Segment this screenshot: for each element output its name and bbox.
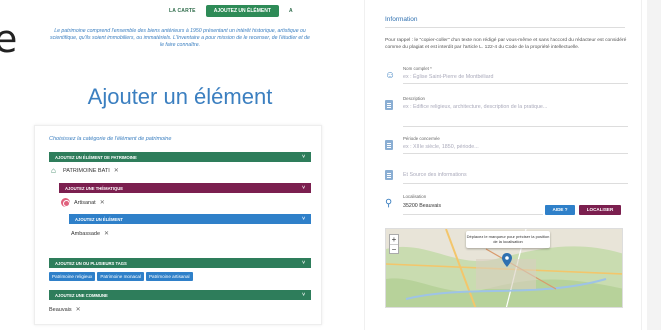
remove-icon[interactable]: ✕ bbox=[104, 230, 109, 237]
information-heading: Information bbox=[385, 16, 418, 23]
element-dropdown[interactable]: AJOUTEZ UN ÉLÉMENT ˅ bbox=[69, 214, 311, 224]
help-button[interactable]: AIDE ? bbox=[545, 205, 575, 215]
field-underline bbox=[403, 126, 628, 127]
category-card: Choisissez la catégorie de l'élément de … bbox=[34, 125, 322, 325]
page-title: Ajouter un élément bbox=[87, 84, 273, 109]
commune-dropdown-label: AJOUTEZ UNE COMMUNE bbox=[55, 292, 108, 298]
period-input[interactable]: ex : XIIIe siècle, 1850, période... bbox=[403, 144, 479, 150]
description-field[interactable]: Description ex : Edifice religieux, arch… bbox=[385, 96, 633, 127]
chevron-down-icon: ˅ bbox=[302, 292, 305, 298]
document-icon bbox=[385, 140, 395, 152]
field-label: Description bbox=[403, 96, 425, 101]
tag-chip[interactable]: Patrimoine religieux bbox=[49, 272, 96, 281]
chevron-down-icon: ˅ bbox=[302, 216, 305, 222]
add-element-panel: LA CARTE AJOUTEZ UN ÉLÉMENT A Le patrimo… bbox=[29, 0, 329, 330]
location-map[interactable]: + − Déplacez le marqueur pour préciser l… bbox=[385, 228, 623, 308]
nav-clipped-link[interactable]: A bbox=[289, 8, 293, 14]
field-label: Nom complet * bbox=[403, 66, 432, 71]
house-icon: ⌂ bbox=[51, 166, 56, 175]
zoom-control: + − bbox=[389, 234, 399, 254]
selected-element: Ambassade ✕ bbox=[71, 230, 109, 238]
selected-patrimoine-label: PATRIMOINE BATI bbox=[63, 167, 110, 174]
category-label: Choisissez la catégorie de l'élément de … bbox=[49, 136, 172, 142]
field-label: Période concernée bbox=[403, 136, 440, 141]
commune-dropdown[interactable]: AJOUTEZ UNE COMMUNE ˅ bbox=[49, 290, 311, 300]
name-input[interactable]: ex : Église Saint-Pierre de Montbéliard bbox=[403, 74, 493, 80]
patrimoine-dropdown[interactable]: AJOUTEZ UN ÉLÉMENT DE PATRIMOINE ˅ bbox=[49, 152, 311, 162]
locate-button[interactable]: LOCALISER bbox=[579, 205, 621, 215]
thematique-dropdown[interactable]: AJOUTEZ UNE THÉMATIQUE ˅ bbox=[59, 183, 311, 193]
element-dropdown-label: AJOUTEZ UN ÉLÉMENT bbox=[75, 216, 123, 222]
field-underline bbox=[403, 214, 543, 215]
document-icon bbox=[385, 170, 395, 182]
chevron-down-icon: ˅ bbox=[302, 185, 305, 191]
field-underline bbox=[403, 153, 628, 154]
thematique-dropdown-label: AJOUTEZ UNE THÉMATIQUE bbox=[65, 185, 124, 191]
selected-commune: Beauvais ✕ bbox=[49, 306, 81, 314]
source-input[interactable]: Et Source des informations bbox=[403, 172, 467, 178]
field-label: Localisation bbox=[403, 194, 427, 199]
chevron-down-icon: ˅ bbox=[302, 260, 305, 266]
field-underline bbox=[403, 183, 628, 184]
chevron-down-icon: ˅ bbox=[302, 154, 305, 160]
name-field[interactable]: ☺ Nom complet * ex : Église Saint-Pierre… bbox=[385, 66, 633, 86]
remove-icon[interactable]: ✕ bbox=[76, 306, 81, 313]
tag-chip[interactable]: Patrimoine monacal bbox=[97, 272, 144, 281]
patrimoine-dropdown-label: AJOUTEZ UN ÉLÉMENT DE PATRIMOINE bbox=[55, 154, 137, 160]
user-icon: ☺ bbox=[385, 70, 396, 81]
screenshot-root: e LA CARTE AJOUTEZ UN ÉLÉMENT A Le patri… bbox=[0, 0, 661, 330]
source-field[interactable]: Et Source des informations bbox=[385, 166, 633, 186]
nav-map-link[interactable]: LA CARTE bbox=[169, 8, 196, 14]
map-marker-icon[interactable] bbox=[502, 253, 512, 267]
map-popup: Déplacez le marqueur pour préciser la po… bbox=[466, 231, 550, 248]
clipped-letter: e bbox=[0, 17, 18, 61]
zoom-in-button[interactable]: + bbox=[390, 235, 398, 244]
selected-thematique: Artisanat ✕ bbox=[61, 198, 105, 207]
information-panel: Information Pour rappel : le "copier-col… bbox=[364, 0, 642, 330]
document-icon bbox=[385, 100, 395, 112]
location-input[interactable]: 35200 Beauvais bbox=[403, 203, 441, 209]
tags-dropdown-label: AJOUTEZ UN OU PLUSIEURS TAGS bbox=[55, 260, 127, 266]
description-input[interactable]: ex : Edifice religieux, architecture, de… bbox=[403, 104, 547, 110]
selected-thematique-label: Artisanat bbox=[74, 199, 96, 206]
zoom-out-button[interactable]: − bbox=[390, 244, 398, 254]
tags-dropdown[interactable]: AJOUTEZ UN OU PLUSIEURS TAGS ˅ bbox=[49, 258, 311, 268]
period-field[interactable]: Période concernée ex : XIIIe siècle, 185… bbox=[385, 136, 633, 156]
intro-text: Le patrimoine comprend l'ensemble des bi… bbox=[50, 28, 310, 48]
globe-icon bbox=[61, 198, 70, 207]
field-underline bbox=[403, 83, 628, 84]
tag-chips: Patrimoine religieux Patrimoine monacal … bbox=[49, 272, 195, 281]
selected-commune-label: Beauvais bbox=[49, 306, 72, 313]
nav-add-element-tab[interactable]: AJOUTEZ UN ÉLÉMENT bbox=[205, 5, 279, 17]
divider bbox=[385, 27, 625, 28]
map-pin-icon: ⚲ bbox=[385, 198, 393, 209]
top-nav: LA CARTE AJOUTEZ UN ÉLÉMENT A bbox=[169, 5, 293, 17]
tag-chip[interactable]: Patrimoine artisanal bbox=[145, 272, 193, 281]
selected-patrimoine: ⌂ PATRIMOINE BATI ✕ bbox=[51, 166, 119, 175]
remove-icon[interactable]: ✕ bbox=[100, 199, 105, 206]
clipped-panel-edge bbox=[647, 0, 661, 330]
remove-icon[interactable]: ✕ bbox=[114, 167, 119, 174]
selected-element-label: Ambassade bbox=[71, 230, 101, 237]
plagiarism-reminder: Pour rappel : le "copier-coller" d'un te… bbox=[385, 38, 627, 50]
